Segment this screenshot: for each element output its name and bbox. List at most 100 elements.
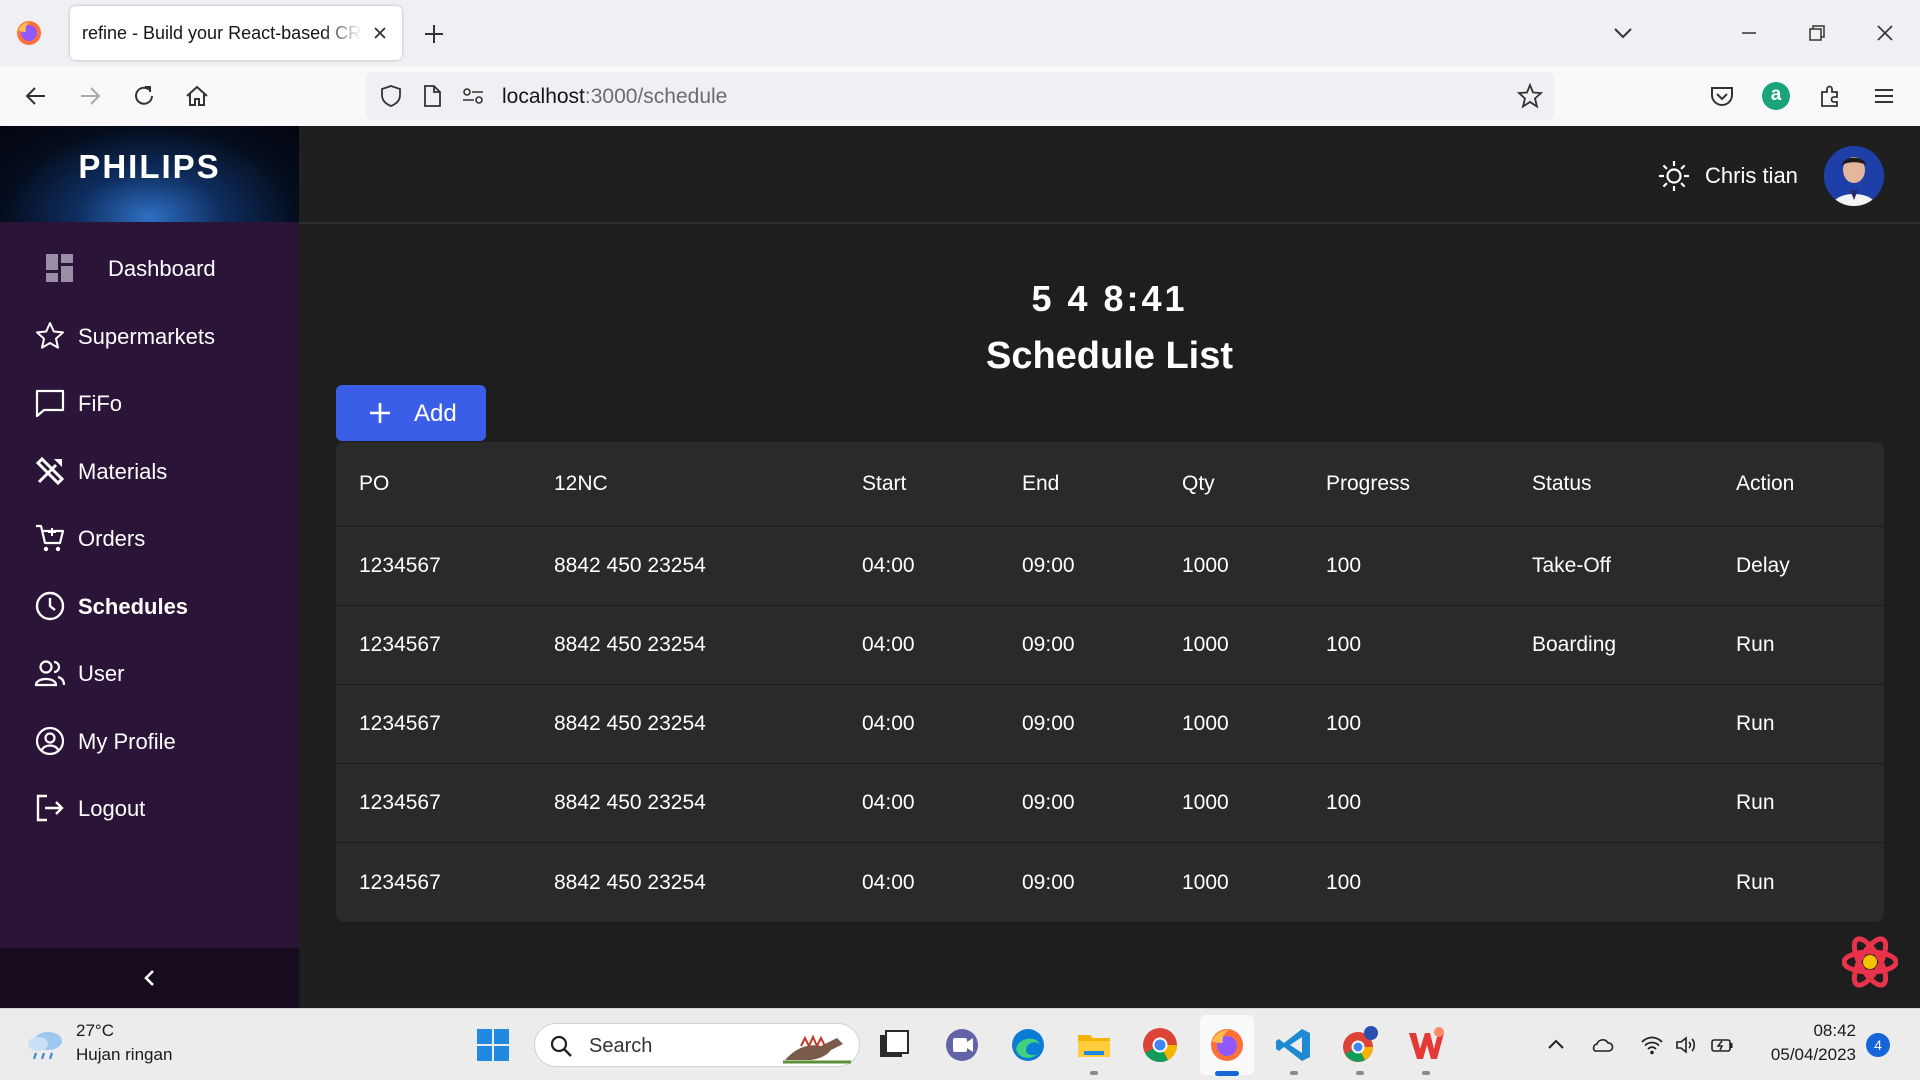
cell-12nc: 8842 450 23254 xyxy=(554,633,706,656)
cell-qty: 1000 xyxy=(1182,791,1229,814)
file-explorer-icon[interactable] xyxy=(1074,1025,1114,1065)
cell-12nc: 8842 450 23254 xyxy=(554,712,706,735)
brand-logo[interactable]: PHILIPS xyxy=(0,126,299,222)
sidebar-item-schedules[interactable]: Schedules xyxy=(0,572,299,640)
hamburger-menu-icon[interactable] xyxy=(1870,82,1898,110)
pocket-icon[interactable] xyxy=(1708,82,1736,110)
table-row[interactable]: 1234567 8842 450 23254 04:00 09:00 1000 … xyxy=(336,843,1884,922)
chrome-browser-icon[interactable] xyxy=(1140,1025,1180,1065)
column-header-start[interactable]: Start xyxy=(862,442,906,526)
battery-charging-icon[interactable] xyxy=(1710,1033,1734,1057)
live-clock: 5 4 8:41 xyxy=(1031,278,1188,319)
cell-action[interactable]: Run xyxy=(1736,843,1775,922)
sidebar-item-my-profile[interactable]: My Profile xyxy=(0,707,299,775)
sidebar-item-label: Orders xyxy=(78,526,146,551)
taskbar-search-box[interactable]: Search xyxy=(534,1023,860,1067)
chrome-profile-icon[interactable] xyxy=(1340,1025,1380,1065)
running-indicator xyxy=(1356,1071,1364,1075)
sidebar-collapse-button[interactable] xyxy=(0,948,299,1008)
table-row[interactable]: 1234567 8842 450 23254 04:00 09:00 1000 … xyxy=(336,527,1884,606)
chevron-down-icon[interactable] xyxy=(1610,20,1636,46)
cell-status: Boarding xyxy=(1532,633,1617,656)
cell-action[interactable]: Run xyxy=(1736,606,1775,684)
tray-overflow-chevron-icon[interactable] xyxy=(1544,1033,1568,1057)
browser-tab-bar: refine - Build your React-based CRUD app… xyxy=(0,0,1920,66)
cell-action[interactable]: Delay xyxy=(1736,527,1790,605)
column-header-progress[interactable]: Progress xyxy=(1326,442,1410,526)
browser-tab-active[interactable]: refine - Build your React-based CRUD app… xyxy=(70,6,402,60)
cell-qty: 1000 xyxy=(1182,633,1229,656)
volume-icon[interactable] xyxy=(1674,1033,1698,1057)
sidebar-item-logout[interactable]: Logout xyxy=(0,774,299,842)
cell-12nc: 8842 450 23254 xyxy=(554,554,706,577)
table-row[interactable]: 1234567 8842 450 23254 04:00 09:00 1000 … xyxy=(336,606,1884,685)
extensions-puzzle-icon[interactable] xyxy=(1816,82,1844,110)
column-header-po[interactable]: PO xyxy=(359,442,389,526)
dinosaur-highlight-icon xyxy=(781,1028,853,1064)
url-bar[interactable]: localhost:3000/schedule xyxy=(366,72,1554,120)
close-icon[interactable] xyxy=(370,23,390,43)
url-path: :3000/schedule xyxy=(584,85,728,108)
task-view-icon[interactable] xyxy=(874,1025,914,1065)
column-header-end[interactable]: End xyxy=(1022,442,1059,526)
firefox-icon[interactable] xyxy=(14,18,44,48)
table-row[interactable]: 1234567 8842 450 23254 04:00 09:00 1000 … xyxy=(336,764,1884,843)
sidebar-item-materials[interactable]: Materials xyxy=(0,437,299,505)
notification-count-badge[interactable]: 4 xyxy=(1866,1033,1890,1057)
shield-icon[interactable] xyxy=(378,83,404,109)
reload-icon[interactable] xyxy=(130,82,158,110)
column-header-12nc[interactable]: 12NC xyxy=(554,442,608,526)
dashboard-icon xyxy=(44,252,76,284)
cell-progress: 100 xyxy=(1326,870,1362,894)
app-header: Chris tian xyxy=(299,126,1920,224)
account-icon[interactable]: a xyxy=(1762,82,1790,110)
column-header-qty[interactable]: Qty xyxy=(1182,442,1215,526)
edge-browser-icon[interactable] xyxy=(1008,1025,1048,1065)
avatar[interactable] xyxy=(1824,146,1884,206)
add-button-label: Add xyxy=(414,400,457,427)
sidebar-item-orders[interactable]: Orders xyxy=(0,504,299,572)
windows-start-icon[interactable] xyxy=(476,1028,510,1062)
bookmark-star-icon[interactable] xyxy=(1516,82,1544,110)
column-header-action[interactable]: Action xyxy=(1736,442,1794,526)
sun-theme-toggle-icon[interactable] xyxy=(1657,159,1691,193)
permissions-icon[interactable] xyxy=(460,84,486,108)
cell-start: 04:00 xyxy=(862,712,915,735)
sidebar-item-fifo[interactable]: FiFo xyxy=(0,369,299,437)
restore-icon[interactable] xyxy=(1804,20,1830,46)
sidebar-item-supermarkets[interactable]: Supermarkets xyxy=(0,302,299,370)
cell-action[interactable]: Run xyxy=(1736,685,1775,763)
url-text[interactable]: localhost:3000/schedule xyxy=(502,85,727,109)
home-icon[interactable] xyxy=(183,82,211,110)
minimize-icon[interactable] xyxy=(1736,20,1762,46)
new-tab-plus-icon[interactable] xyxy=(420,20,448,48)
onedrive-cloud-icon[interactable] xyxy=(1590,1033,1614,1057)
vscode-icon[interactable] xyxy=(1274,1025,1314,1065)
weather-rain-icon[interactable] xyxy=(26,1027,66,1063)
sidebar-item-user[interactable]: User xyxy=(0,639,299,707)
firefox-taskbar-icon[interactable] xyxy=(1207,1025,1247,1065)
cell-progress: 100 xyxy=(1326,791,1362,814)
teams-chat-icon[interactable] xyxy=(942,1025,982,1065)
sidebar-item-label: Dashboard xyxy=(108,256,216,281)
close-window-icon[interactable] xyxy=(1872,20,1898,46)
back-arrow-icon[interactable] xyxy=(22,82,50,110)
user-name: Chris tian xyxy=(1705,163,1798,188)
sidebar: PHILIPS Dashboard Supermarkets FiFo Mate… xyxy=(0,126,299,1008)
cell-start: 04:00 xyxy=(862,554,915,577)
cell-action[interactable]: Run xyxy=(1736,764,1775,842)
taskbar-date[interactable]: 05/04/2023 xyxy=(1736,1045,1856,1065)
forward-arrow-icon[interactable] xyxy=(76,82,104,110)
chat-icon xyxy=(34,387,66,419)
browser-nav-bar: localhost:3000/schedule a xyxy=(0,66,1920,126)
column-header-status[interactable]: Status xyxy=(1532,442,1592,526)
table-row[interactable]: 1234567 8842 450 23254 04:00 09:00 1000 … xyxy=(336,685,1884,764)
wifi-icon[interactable] xyxy=(1640,1033,1664,1057)
add-schedule-button[interactable]: Add xyxy=(336,385,486,441)
taskbar-time[interactable]: 08:42 xyxy=(1760,1021,1856,1041)
cell-progress: 100 xyxy=(1326,712,1362,735)
wps-office-icon[interactable] xyxy=(1406,1025,1446,1065)
cell-qty: 1000 xyxy=(1182,712,1229,735)
react-devtools-icon[interactable] xyxy=(1842,934,1898,990)
sidebar-item-dashboard[interactable]: Dashboard xyxy=(0,234,299,302)
